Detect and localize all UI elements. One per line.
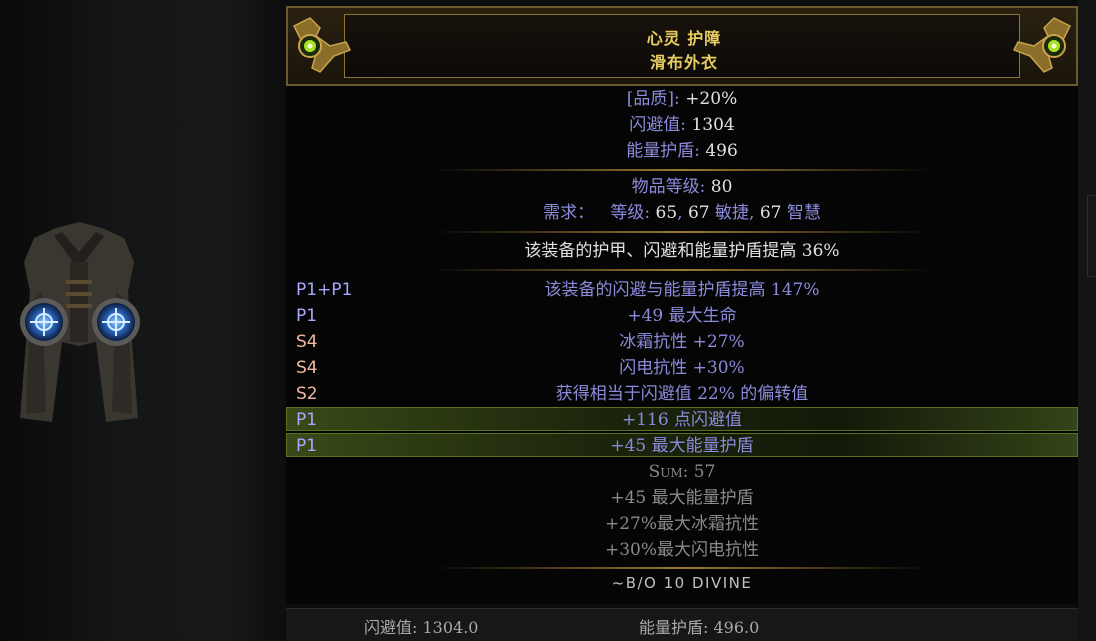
bottom-stats-bar: 闪避值: 1304.0 能量护盾: 496.0 (286, 608, 1078, 641)
item-level-line: 物品等级: 80 (286, 174, 1078, 200)
quality-line: [品质]: +20% (286, 86, 1078, 112)
side-panel-tab[interactable] (1087, 195, 1096, 277)
mod-text: +45 最大能量护盾 (610, 436, 754, 456)
item-level-value: 80 (710, 177, 733, 197)
summary-line: +45 最大能量护盾 (610, 488, 754, 508)
mod-text: +49 最大生命 (627, 306, 737, 326)
evasion-value: 1304 (691, 115, 735, 135)
summary-line: +27%最大冰霜抗性 (604, 514, 760, 534)
requirement-level-label: 等级: (610, 203, 651, 223)
requirements-label: 需求： (543, 203, 595, 223)
separator (432, 567, 932, 569)
price-note: ~B/O 10 DIVINE (611, 574, 753, 592)
separator (432, 169, 932, 171)
summary-line: +30%最大闪电抗性 (604, 540, 760, 560)
requirement-dex-value: 67 (687, 203, 710, 223)
item-base-type: 滑布外衣 (649, 53, 718, 72)
mod-text: 闪电抗性 +30% (619, 358, 745, 378)
mod-text: 获得相当于闪避值 22% 的偏转值 (555, 384, 809, 404)
requirement-int-value: 67 (759, 203, 782, 223)
separator (432, 269, 932, 271)
quality-label: [品质]: (626, 89, 680, 109)
requirement-int-label: 智慧 (786, 203, 821, 223)
evasion-label: 闪避值: (629, 115, 687, 135)
energy-shield-label: 能量护盾: (626, 141, 700, 161)
energy-shield-line: 能量护盾: 496 (286, 138, 1078, 164)
item-tooltip: 心灵 护障 滑布外衣 [品质]: +20% 闪避值: 1304 能量护盾: 49… (286, 6, 1078, 604)
implicit-mod: 该装备的护甲、闪避和能量护盾提高 36% (524, 241, 840, 261)
evasion-line: 闪避值: 1304 (286, 112, 1078, 138)
item-level-label: 物品等级: (631, 177, 706, 197)
body-armour-icon[interactable] (16, 222, 142, 424)
separator (432, 231, 932, 233)
bottom-energy-shield: 能量护盾: 496.0 (639, 618, 760, 637)
requirement-level-value: 65 (655, 203, 678, 223)
tooltip-header: 心灵 护障 滑布外衣 (286, 6, 1078, 86)
bottom-evasion: 闪避值: 1304.0 (364, 618, 479, 637)
sum-line: Sum: 57 (648, 462, 716, 482)
energy-shield-value: 496 (705, 141, 738, 161)
item-name: 心灵 护障 (646, 29, 722, 48)
requirement-dex-label: 敏捷 (715, 203, 749, 223)
quality-value: +20% (685, 89, 738, 109)
mod-text: 冰霜抗性 +27% (619, 332, 745, 352)
right-panel-background (1078, 0, 1096, 641)
requirements-line: 需求： 等级: 65, 67 敏捷, 67 智慧 (543, 203, 821, 223)
mod-text: 该装备的闪避与能量护盾提高 147% (544, 280, 820, 300)
mod-text: +116 点闪避值 (621, 410, 743, 430)
